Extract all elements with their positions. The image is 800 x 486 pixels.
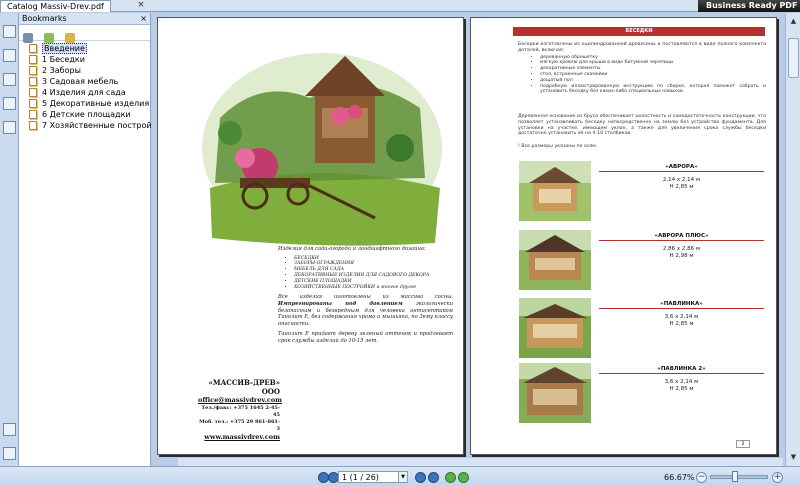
product-dimensions: 3,6 х 2,14 мН 2,85 м <box>664 314 699 327</box>
chevron-down-icon[interactable]: ▼ <box>398 472 407 482</box>
garden-photo <box>202 53 442 246</box>
website-link[interactable]: www.massivdrev.com <box>198 433 280 442</box>
bookmark-item[interactable]: 7 Хозяйственные постройки <box>19 120 162 131</box>
page-icon <box>29 77 37 86</box>
bookmark-item[interactable]: 5 Декоративные изделия <box>19 98 150 109</box>
bookmark-list: Введение 1 Беседки 2 Заборы 3 Садовая ме… <box>19 41 162 131</box>
product-name: «ПАВЛИНКА» <box>599 301 764 309</box>
page1-paragraph-2: Танолит Е придает дереву зеленый оттенок… <box>278 331 453 344</box>
product-pavlinka-2: «ПАВЛИНКА 2» 3,6 х 2,14 мН 2,85 м <box>519 363 767 425</box>
page-number: 2 <box>736 440 750 448</box>
contact-block: «МАССИВ-ДРЕВ» ООО office@massivdrev.com … <box>198 378 282 442</box>
page2-paragraph: Деревянное основание из бруса обеспечива… <box>518 114 766 137</box>
product-name: «АВРОРА ПЛЮС» <box>599 233 764 241</box>
bookmark-item[interactable]: 3 Садовая мебель <box>19 76 150 87</box>
page-2: БЕСЕДКИ Беседки изготовлены из оцилиндро… <box>470 17 777 455</box>
add-bookmark-icon[interactable] <box>44 33 55 43</box>
feature-list: деревянную обрешетку мягкую кровлю для к… <box>540 55 766 96</box>
close-panel-icon[interactable]: × <box>140 13 147 25</box>
page-icon <box>29 88 37 97</box>
section-banner: БЕСЕДКИ <box>513 27 765 36</box>
zoom-out-icon[interactable]: − <box>696 472 707 483</box>
gazebo-photo <box>519 161 591 221</box>
scroll-thumb[interactable] <box>788 38 799 78</box>
next-page-icon[interactable] <box>415 472 426 483</box>
product-dimensions: 3,6 х 2,14 мН 2,85 м <box>664 379 699 392</box>
page-number-field[interactable]: 1 (1 / 26) ▼ <box>338 471 408 483</box>
page-icon <box>29 66 37 75</box>
bookmarks-toolbar <box>19 25 150 43</box>
document-tab[interactable]: Catalog Massiv-Drev.pdf <box>0 0 111 12</box>
bookmarks-header: Bookmarks × <box>19 13 150 25</box>
attachments-panel-icon[interactable] <box>3 73 16 86</box>
navigation-panel-strip <box>0 13 19 466</box>
mobile-phone: Моб. тел.: +375 29 861-861-3 <box>199 419 280 432</box>
product-pavlinka: «ПАВЛИНКА» 3,6 х 2,14 мН 2,85 м <box>519 298 767 360</box>
delete-bookmark-icon[interactable] <box>23 33 33 43</box>
bookmark-item[interactable]: Введение <box>19 43 150 54</box>
page-icon <box>29 110 37 119</box>
pages-panel-icon[interactable] <box>3 49 16 62</box>
bookmarks-title: Bookmarks <box>22 14 67 23</box>
page2-note: ! Все размеры указаны по осям. <box>518 144 598 149</box>
product-name: «АВРОРА» <box>599 164 764 172</box>
forward-view-icon[interactable] <box>458 472 469 483</box>
signatures-panel-icon[interactable] <box>3 121 16 134</box>
bookmarks-panel: Bookmarks × Введение 1 Беседки 2 Заборы … <box>19 13 162 466</box>
product-name: «ПАВЛИНКА 2» <box>599 366 764 374</box>
list-item: ДЕКОРАТИВНЫЕ ИЗДЕЛИЯ ДЛЯ САДОВОГО ДЕКОРА <box>294 273 453 279</box>
bookmark-item[interactable]: 6 Детские площадки <box>19 109 150 120</box>
page-icon <box>29 55 37 64</box>
status-bar: 1 (1 / 26) ▼ 66.67% − + <box>0 466 800 486</box>
last-page-icon[interactable] <box>428 472 439 483</box>
attach-paperclip-icon[interactable] <box>3 423 16 436</box>
page-1: Изделия для сада-огорода и ландшафтного … <box>157 17 464 455</box>
gazebo-photo <box>519 230 591 290</box>
zoom-in-icon[interactable]: + <box>772 472 783 483</box>
bookmark-item[interactable]: 1 Беседки <box>19 54 150 65</box>
bookmark-item[interactable]: 4 Изделия для сада <box>19 87 150 98</box>
page2-intro: Беседки изготовлены из оцилиндрованной д… <box>518 42 766 96</box>
close-tab-icon[interactable]: × <box>136 1 146 11</box>
comments-icon[interactable] <box>3 447 16 460</box>
phone-fax: Тел./факс: +375 1645 2-45-45 <box>201 405 280 418</box>
product-dimensions: 2,14 х 2,14 мН 2,85 м <box>662 177 701 190</box>
tab-bar: Catalog Massiv-Drev.pdf × Business Ready… <box>0 0 800 22</box>
scroll-down-icon[interactable]: ▼ <box>788 451 799 463</box>
bookmark-item[interactable]: 2 Заборы <box>19 65 150 76</box>
horizontal-scrollbar[interactable] <box>178 458 783 466</box>
gazebo-photo <box>519 298 591 358</box>
bookmarks-panel-icon[interactable] <box>3 25 16 38</box>
list-item: ХОЗЯЙСТВЕННЫЕ ПОСТРОЙКИ и многое другое <box>294 285 453 291</box>
page-icon <box>29 99 37 108</box>
list-item: подробную иллюстрированную инструкцию по… <box>540 84 766 96</box>
product-aurora-plus: «АВРОРА ПЛЮС» 2,86 х 2,86 мН 2,98 м <box>519 230 767 292</box>
page-icon <box>29 121 37 130</box>
page1-paragraph: Все изделия изготовлены из массива сосны… <box>278 294 453 327</box>
scroll-up-icon[interactable]: ▲ <box>788 15 799 27</box>
company-name: «МАССИВ-ДРЕВ» ООО <box>208 378 280 396</box>
layers-panel-icon[interactable] <box>3 97 16 110</box>
document-tab-label: Catalog Massiv-Drev.pdf <box>7 2 104 11</box>
app-brand: Business Ready PDF Tool <box>698 0 800 22</box>
zoom-slider[interactable] <box>710 475 768 479</box>
product-dimensions: 2,86 х 2,86 мН 2,98 м <box>662 246 701 259</box>
email-link[interactable]: office@massivdrev.com <box>198 396 282 405</box>
page-icon <box>29 44 37 53</box>
zoom-slider-thumb[interactable] <box>732 471 738 482</box>
back-view-icon[interactable] <box>445 472 456 483</box>
page1-text: Изделия для сада-огорода и ландшафтного … <box>278 246 453 345</box>
product-aurora: «АВРОРА» 2,14 х 2,14 мН 2,85 м <box>519 161 767 223</box>
vertical-scrollbar[interactable]: ▲ ▼ <box>785 13 800 466</box>
zoom-level: 66.67% <box>664 473 695 482</box>
page1-heading: Изделия для сада-огорода и ландшафтного … <box>278 246 426 252</box>
bookmark-properties-icon[interactable] <box>65 33 76 43</box>
gazebo-photo <box>519 363 591 423</box>
product-category-list: БЕСЕДКИ ЗАБОРЫ-ОГРАЖДЕНИЯ МЕБЕЛЬ ДЛЯ САД… <box>294 256 453 291</box>
